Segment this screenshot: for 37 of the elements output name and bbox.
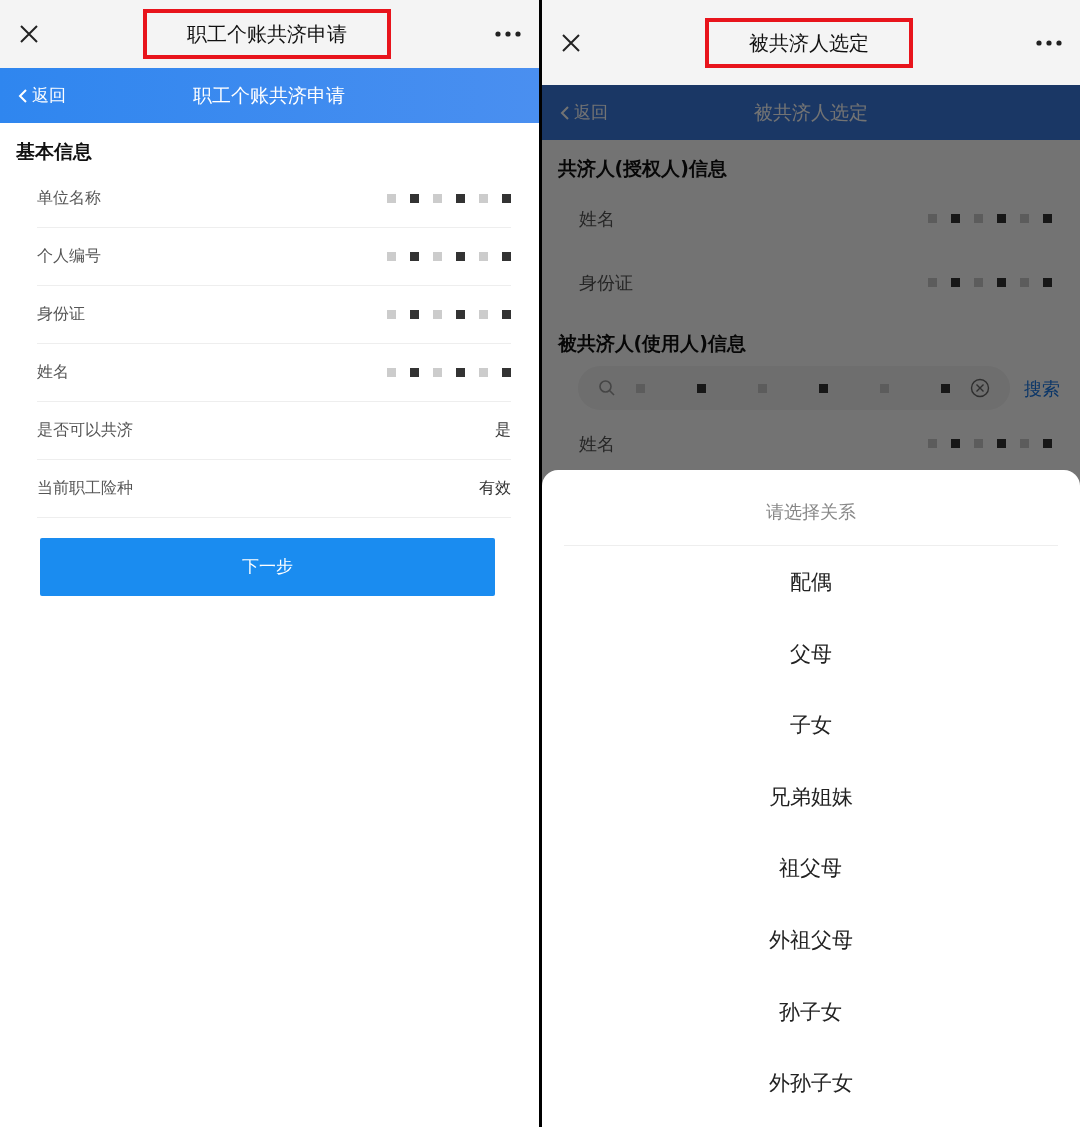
field-label: 个人编号 bbox=[37, 245, 101, 267]
window-title: 职工个账共济申请 bbox=[143, 9, 392, 59]
back-button[interactable]: 返回 bbox=[0, 81, 72, 110]
page-title: 被共济人选定 bbox=[753, 100, 868, 126]
field-label: 姓名 bbox=[37, 361, 69, 383]
close-icon[interactable] bbox=[559, 31, 582, 54]
field-label: 身份证 bbox=[578, 271, 633, 295]
field-label: 姓名 bbox=[578, 207, 615, 231]
chevron-left-icon bbox=[559, 104, 570, 121]
relation-option[interactable]: 孙子女 bbox=[541, 975, 1080, 1048]
chevron-left-icon bbox=[18, 87, 28, 104]
section-title: 被共济人(使用人)信息 bbox=[556, 330, 747, 356]
relation-option[interactable]: 子女 bbox=[541, 689, 1080, 761]
relation-option[interactable]: 外孙子女 bbox=[541, 1047, 1080, 1119]
more-icon[interactable] bbox=[494, 31, 521, 37]
field-label: 单位名称 bbox=[37, 187, 101, 209]
section-title: 共济人(授权人)信息 bbox=[556, 156, 728, 181]
relation-option[interactable]: 兄弟姐妹 bbox=[541, 760, 1080, 833]
relation-option[interactable]: 外祖父母 bbox=[541, 903, 1080, 976]
close-icon[interactable] bbox=[18, 23, 40, 45]
relation-option[interactable]: 配偶 bbox=[541, 546, 1080, 618]
window-title: 被共济人选定 bbox=[704, 17, 913, 68]
sheet-title: 请选择关系 bbox=[563, 470, 1058, 546]
clear-icon[interactable] bbox=[970, 378, 990, 398]
field-value: 是 bbox=[494, 419, 511, 441]
search-field[interactable] bbox=[577, 366, 1010, 410]
field-label: 当前职工险种 bbox=[37, 477, 133, 499]
relation-option[interactable]: 父母 bbox=[541, 617, 1080, 690]
page-title: 职工个账共济申请 bbox=[193, 83, 346, 109]
section-title: 基本信息 bbox=[15, 139, 93, 164]
field-value: 有效 bbox=[478, 477, 511, 499]
search-icon bbox=[597, 379, 616, 397]
relation-option[interactable]: 祖父母 bbox=[541, 832, 1080, 904]
field-label: 身份证 bbox=[37, 303, 85, 325]
field-label: 是否可以共济 bbox=[37, 419, 133, 441]
more-icon[interactable] bbox=[1036, 39, 1062, 46]
field-label: 姓名 bbox=[578, 431, 615, 456]
